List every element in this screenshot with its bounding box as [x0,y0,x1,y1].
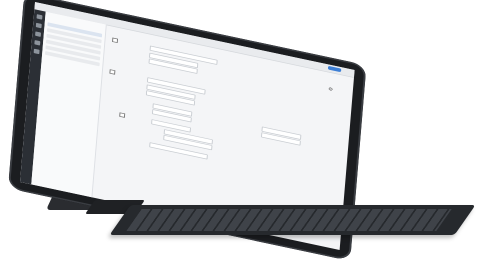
keyboard-keys [126,209,452,231]
checkbox[interactable] [119,112,126,118]
gear-icon[interactable]: ⚙ [328,86,333,92]
account-badge[interactable] [327,65,342,73]
rail-icon-2[interactable] [35,22,42,29]
keyboard-cover [109,205,476,235]
checkbox[interactable] [109,69,116,75]
rail-icon-1[interactable] [36,14,43,20]
rail-icon-3[interactable] [35,31,42,37]
scene: ⚙ [0,0,480,261]
rail-icon-4[interactable] [34,40,41,46]
rail-icon-5[interactable] [33,48,40,55]
checkbox[interactable] [112,37,119,44]
